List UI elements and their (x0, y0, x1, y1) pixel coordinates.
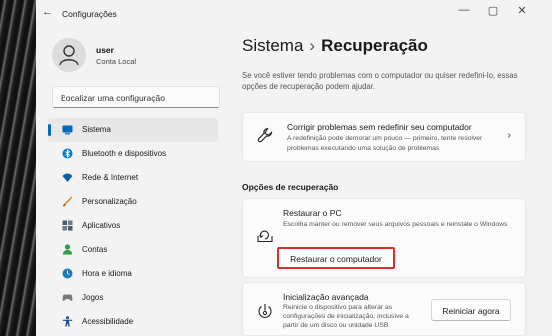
sidebar-item-aplicativos[interactable]: Aplicativos (48, 214, 218, 238)
reset-pc-card: Restaurar o PC Escolha manter ou remover… (242, 198, 526, 278)
brush-icon (63, 196, 73, 207)
desktop-wallpaper (0, 0, 40, 336)
sidebar-item-contas[interactable]: Contas (48, 238, 218, 262)
app-title: Configurações (62, 9, 117, 19)
title-bar: ← Configurações — ▢ ✕ (36, 0, 552, 28)
maximize-button[interactable]: ▢ (483, 4, 503, 17)
sidebar-item-label: Bluetooth e dispositivos (82, 149, 167, 158)
globe-clock-icon (62, 268, 73, 279)
restart-now-button[interactable]: Reiniciar agora (431, 299, 511, 321)
advanced-startup-title: Inicialização avançada (283, 292, 369, 302)
monitor-icon (62, 125, 73, 135)
arrow-left-icon[interactable]: ← (42, 6, 53, 18)
troubleshoot-description: A redefinição pode demorar um pouco — pr… (287, 135, 483, 152)
sidebar-item-label: Hora e idioma (82, 269, 132, 278)
settings-window: ← Configurações — ▢ ✕ user Conta Local L… (36, 0, 552, 336)
restart-now-button-label: Reiniciar agora (442, 306, 500, 316)
page-description: Se você estiver tendo problemas com o co… (242, 71, 518, 91)
bluetooth-icon (62, 148, 73, 159)
close-button[interactable]: ✕ (512, 4, 532, 17)
sidebar-item-acessibilidade[interactable]: Acessibilidade (48, 310, 218, 334)
advanced-startup-description: Reinicie o dispositivo para alterar as c… (283, 304, 409, 329)
gamepad-icon (62, 294, 73, 301)
reset-pc-button[interactable]: Restaurar o computador (277, 247, 395, 269)
avatar (52, 38, 86, 72)
page-title: Sistema › Recuperação (242, 36, 428, 56)
sidebar-item-sistema[interactable]: Sistema (48, 118, 218, 142)
advanced-startup-card: Inicialização avançada Reinicie o dispos… (242, 282, 526, 336)
reset-pc-description: Escolha manter ou remover seus arquivos … (283, 221, 508, 228)
chevron-right-icon: › (507, 130, 511, 141)
search-input[interactable]: Localizar uma configuração ⌕ (52, 86, 220, 108)
sidebar-item-label: Aplicativos (82, 221, 121, 230)
sidebar-item-hora-idioma[interactable]: Hora e idioma (48, 262, 218, 286)
reset-pc-icon (257, 230, 273, 243)
person-icon (62, 244, 73, 255)
reset-pc-button-label: Restaurar o computador (290, 254, 382, 264)
sidebar-item-jogos[interactable]: Jogos (48, 286, 218, 310)
sidebar-item-label: Contas (82, 245, 108, 254)
breadcrumb-separator: › (309, 36, 316, 55)
sidebar-item-personalizacao[interactable]: Personalização (48, 190, 218, 214)
user-name: user (96, 45, 114, 55)
user-account-type: Conta Local (96, 57, 137, 66)
troubleshoot-title: Corrigir problemas sem redefinir seu com… (287, 122, 472, 132)
advanced-startup-icon (258, 304, 272, 318)
sidebar-item-rede[interactable]: Rede & Internet (48, 166, 218, 190)
minimize-button[interactable]: — (454, 4, 474, 16)
sidebar-item-bluetooth[interactable]: Bluetooth e dispositivos (48, 142, 218, 166)
sidebar-item-label: Rede & Internet (82, 173, 139, 182)
person-icon (59, 45, 79, 66)
wifi-icon (62, 173, 73, 182)
sidebar-item-label: Personalização (82, 197, 137, 206)
accessibility-icon (62, 316, 73, 327)
wrench-icon (257, 127, 273, 143)
sidebar-nav: Sistema Bluetooth e dispositivos Rede & … (48, 118, 218, 334)
sidebar-item-label: Acessibilidade (82, 317, 134, 326)
troubleshoot-card[interactable]: Corrigir problemas sem redefinir seu com… (242, 112, 526, 162)
section-title: Opções de recuperação (242, 182, 339, 192)
reset-pc-title: Restaurar o PC (283, 208, 342, 218)
apps-icon (62, 220, 73, 231)
breadcrumb-parent[interactable]: Sistema (242, 36, 303, 55)
breadcrumb-current: Recuperação (321, 36, 428, 55)
sidebar-item-label: Sistema (82, 125, 111, 134)
sidebar-item-label: Jogos (82, 293, 104, 302)
search-icon: ⌕ (61, 91, 67, 101)
active-indicator (48, 124, 51, 136)
